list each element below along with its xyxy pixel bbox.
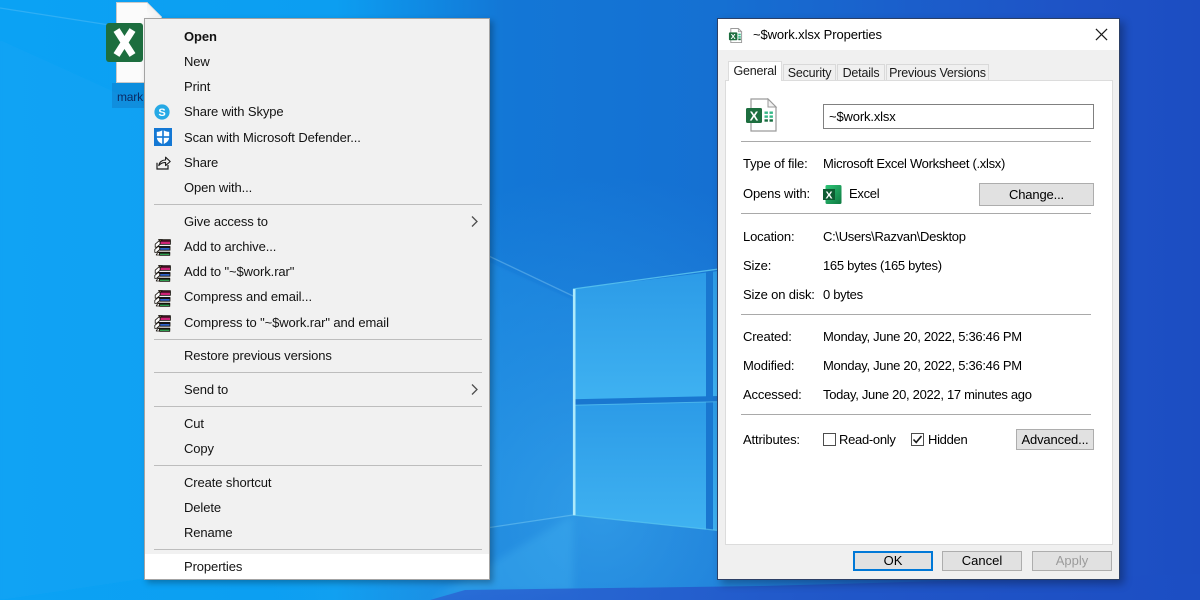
svg-text:S: S xyxy=(158,107,165,119)
svg-text:X: X xyxy=(750,109,759,124)
svg-text:X: X xyxy=(731,32,736,41)
svg-text:X: X xyxy=(825,190,832,202)
